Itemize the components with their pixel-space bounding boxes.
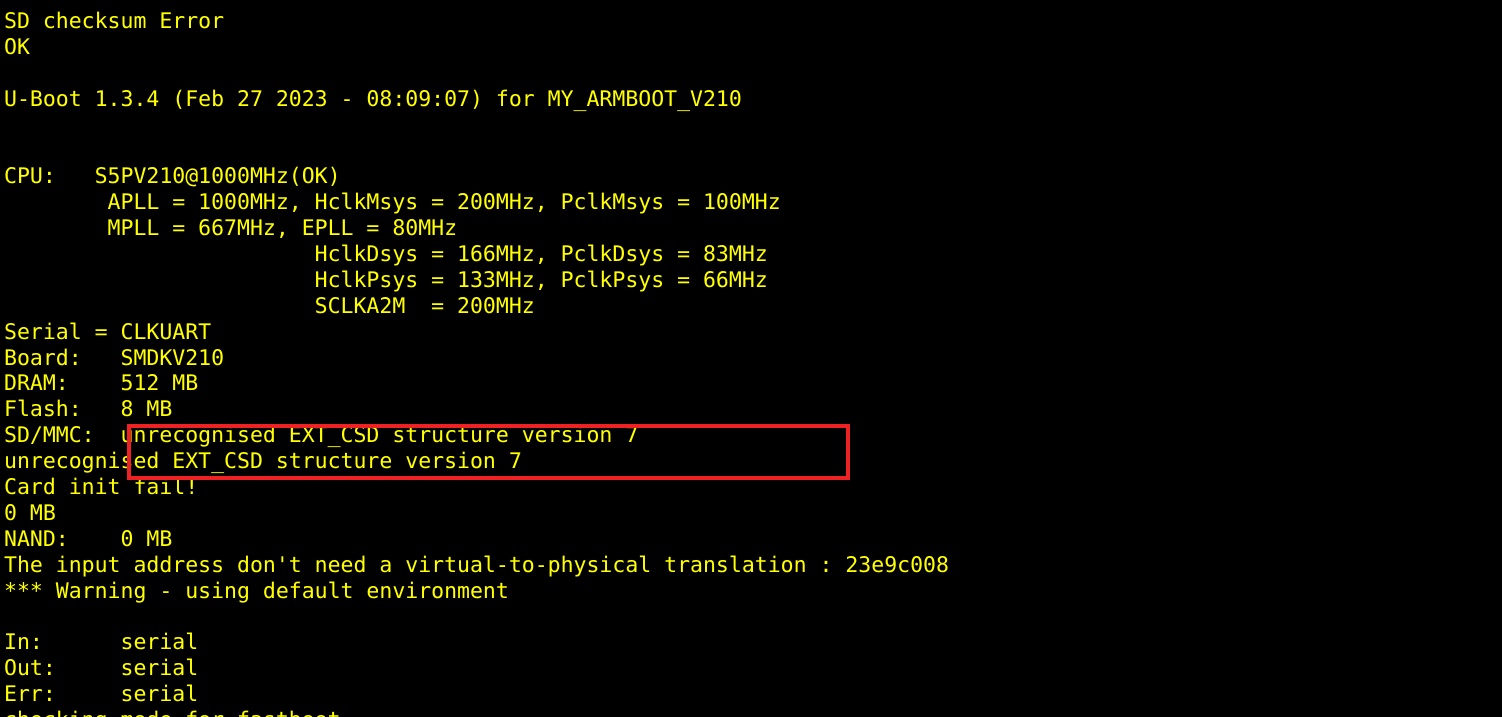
console-line-ext-csd-1: SD/MMC: unrecognised EXT_CSD structure v… bbox=[4, 423, 639, 449]
console-line: NAND: 0 MB bbox=[4, 526, 173, 552]
console-line: Board: SMDKV210 bbox=[4, 345, 225, 371]
console-line: HclkDsys = 166MHz, PclkDsys = 83MHz bbox=[4, 242, 768, 268]
console-line: U-Boot 1.3.4 (Feb 27 2023 - 08:09:07) fo… bbox=[4, 86, 742, 112]
console-line: The input address don't need a virtual-t… bbox=[4, 552, 949, 578]
console-line: APLL = 1000MHz, HclkMsys = 200MHz, PclkM… bbox=[4, 190, 781, 216]
console-log-text: SD checksum Error OK U-Boot 1.3.4 (Feb 27 … bbox=[0, 0, 1502, 717]
console-line: *** Warning - using default environment bbox=[4, 578, 509, 604]
console-line: MPLL = 667MHz, EPLL = 80MHz bbox=[4, 216, 458, 242]
serial-console-output[interactable]: SD checksum Error OK U-Boot 1.3.4 (Feb 27 … bbox=[0, 0, 1502, 717]
console-line: OK bbox=[4, 34, 30, 60]
console-line: Flash: 8 MB bbox=[4, 397, 173, 423]
console-line-partial: checking mode for fastboot bbox=[4, 708, 1502, 717]
console-line: DRAM: 512 MB bbox=[4, 371, 199, 397]
console-line-ext-csd-2: unrecognised EXT_CSD structure version 7 bbox=[4, 449, 522, 475]
console-line: SD checksum Error bbox=[4, 9, 225, 34]
console-line: Serial = CLKUART bbox=[4, 319, 212, 345]
console-line: CPU: S5PV210@1000MHz(OK) bbox=[4, 164, 341, 190]
console-line: Card init fail! bbox=[4, 475, 199, 501]
console-line: Err: serial bbox=[4, 682, 199, 708]
console-line: In: serial bbox=[4, 630, 199, 656]
console-line: 0 MB bbox=[4, 500, 56, 526]
console-line: SCLKA2M = 200MHz bbox=[4, 293, 535, 319]
console-line: HclkPsys = 133MHz, PclkPsys = 66MHz bbox=[4, 267, 768, 293]
console-line: Out: serial bbox=[4, 656, 199, 682]
